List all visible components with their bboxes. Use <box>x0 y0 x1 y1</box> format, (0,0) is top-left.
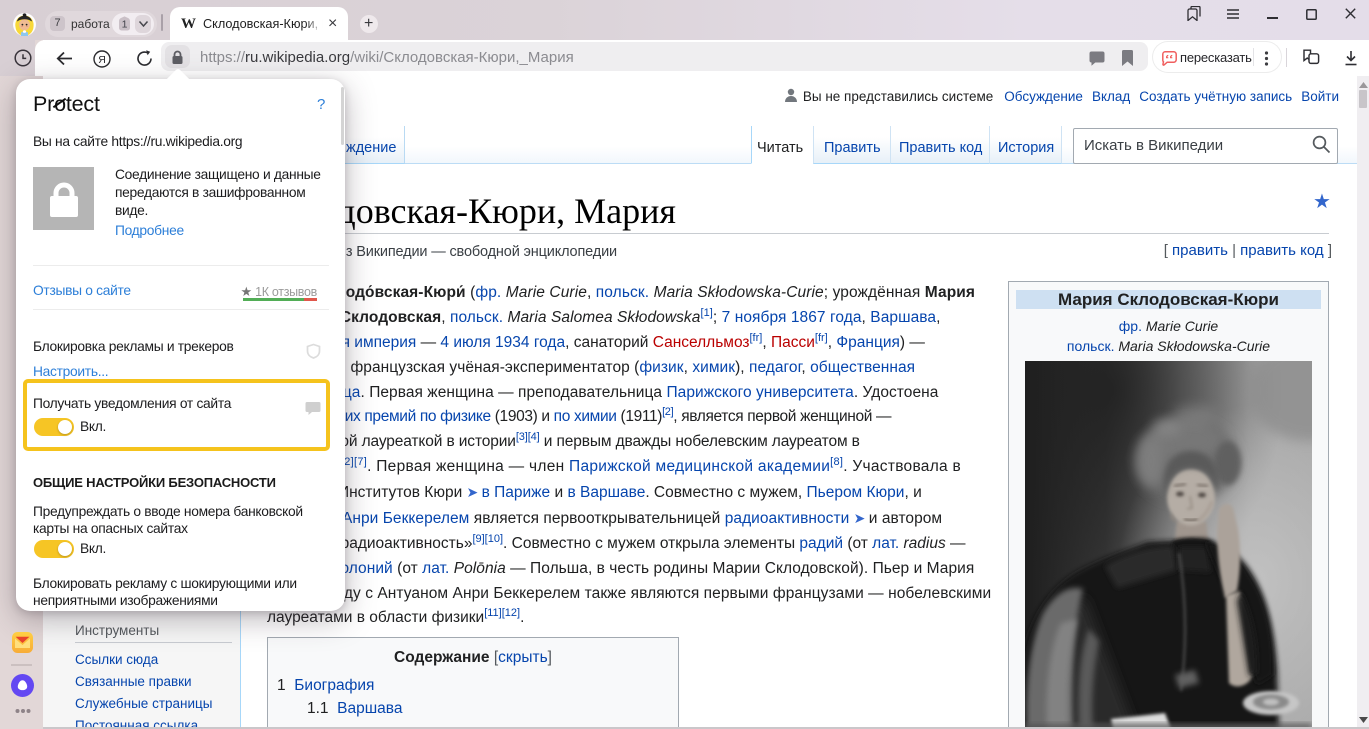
svg-text:Я: Я <box>98 54 106 66</box>
svg-text:1: 1 <box>122 19 128 31</box>
